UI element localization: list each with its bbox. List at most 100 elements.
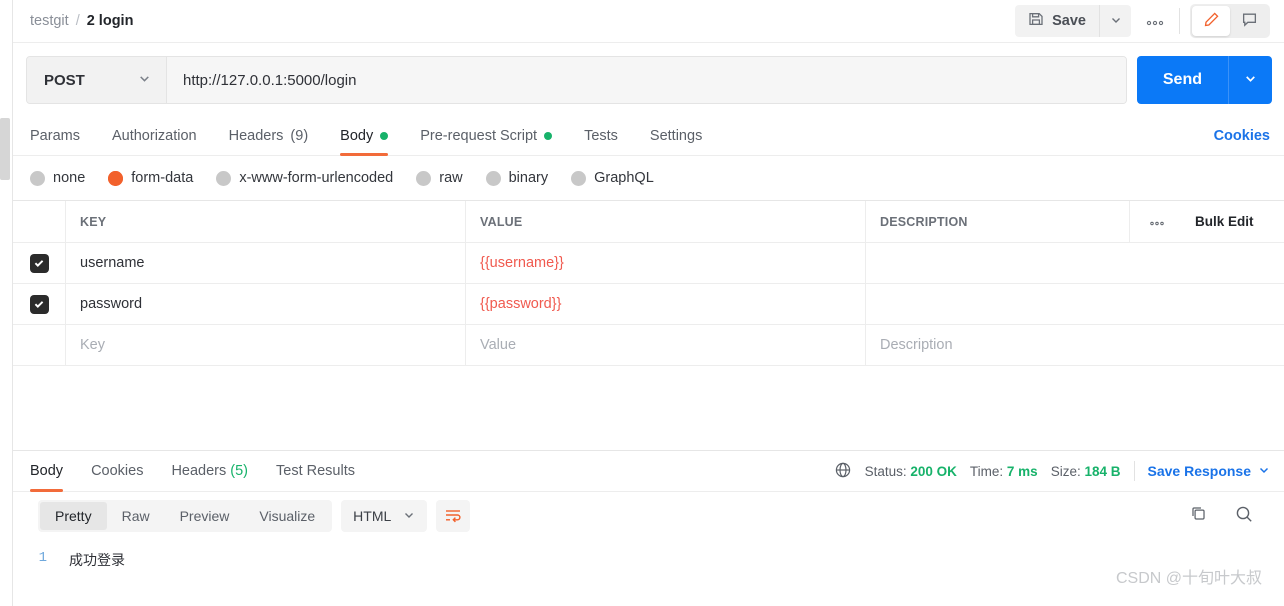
send-button[interactable]: Send	[1136, 56, 1228, 104]
form-data-table: KEY VALUE DESCRIPTION Bulk Edit username…	[13, 200, 1284, 450]
header-divider	[1179, 8, 1180, 34]
view-toggle-group	[1190, 4, 1270, 38]
search-icon[interactable]	[1234, 504, 1254, 529]
row-value-variable: {{password}}	[480, 296, 562, 312]
radio-icon	[416, 170, 432, 186]
bulk-edit-link[interactable]: Bulk Edit	[1195, 214, 1254, 229]
tab-headers[interactable]: Headers (9)	[229, 117, 309, 156]
response-tab-test-results[interactable]: Test Results	[276, 450, 355, 492]
tab-label: Settings	[649, 128, 703, 144]
row-value-cell[interactable]: {{username}}	[466, 243, 866, 283]
request-header: testgit / 2 login Save	[13, 0, 1284, 43]
response-tab-headers[interactable]: Headers (5)	[171, 450, 248, 492]
cookies-link[interactable]: Cookies	[1214, 128, 1270, 144]
row-value-cell[interactable]: {{password}}	[466, 284, 866, 324]
tab-label: Headers	[171, 463, 227, 479]
tab-pre-request-script[interactable]: Pre-request Script	[420, 117, 553, 156]
http-method-select[interactable]: POST	[27, 57, 167, 103]
view-mode-raw[interactable]: Raw	[107, 502, 165, 530]
method-url-group: POST	[26, 56, 1127, 104]
row-checkbox[interactable]	[13, 243, 66, 283]
save-response-button[interactable]: Save Response	[1148, 463, 1271, 479]
ellipsis-icon	[1149, 213, 1165, 231]
main-content: testgit / 2 login Save POST http://127.0…	[13, 0, 1284, 606]
row-key-cell[interactable]: username	[66, 243, 466, 283]
save-options-button[interactable]	[1099, 5, 1131, 37]
body-type-binary[interactable]: binary	[485, 170, 548, 186]
status-dot-icon	[380, 132, 389, 140]
comment-button[interactable]	[1230, 6, 1268, 36]
row-checkbox[interactable]	[13, 284, 66, 324]
meta-divider	[1133, 461, 1135, 481]
new-value-placeholder: Value	[480, 337, 517, 353]
time-label: Time:	[969, 463, 1004, 479]
tab-authorization[interactable]: Authorization	[112, 117, 197, 156]
save-response-label: Save Response	[1147, 463, 1252, 479]
body-type-x-www-form-urlencoded[interactable]: x-www-form-urlencoded	[216, 170, 393, 186]
body-type-none[interactable]: none	[30, 170, 85, 186]
chevron-down-icon	[1258, 463, 1270, 479]
table-header-row: KEY VALUE DESCRIPTION Bulk Edit	[13, 201, 1284, 243]
tab-label: Tests	[584, 128, 618, 144]
view-mode-pretty[interactable]: Pretty	[40, 502, 107, 530]
word-wrap-button[interactable]	[436, 500, 471, 532]
tab-badge: (5)	[230, 463, 248, 479]
response-body[interactable]: 1 成功登录 CSDN @十旬叶大叔	[13, 540, 1284, 598]
line-content: 成功登录	[69, 554, 125, 570]
body-type-graphql[interactable]: GraphQL	[571, 170, 654, 186]
row-value-variable: {{username}}	[480, 255, 564, 271]
response-view-modes: Pretty Raw Preview Visualize	[38, 500, 333, 532]
row-key-cell[interactable]: password	[66, 284, 466, 324]
new-value-input[interactable]: Value	[466, 325, 866, 365]
url-input[interactable]	[167, 57, 1126, 103]
view-mode-visualize[interactable]: Visualize	[244, 502, 330, 530]
tab-label: Headers	[228, 128, 284, 144]
column-header-value: VALUE	[480, 214, 523, 229]
tab-body[interactable]: Body	[340, 117, 389, 156]
table-options-button[interactable]	[1129, 201, 1184, 242]
copy-icon[interactable]	[1189, 504, 1208, 528]
url-bar: POST Send	[13, 43, 1284, 117]
save-button[interactable]: Save	[1015, 5, 1099, 37]
tab-label: Cookies	[91, 463, 144, 479]
request-more-options-button[interactable]	[1137, 5, 1173, 37]
response-tab-body[interactable]: Body	[30, 450, 64, 492]
breadcrumb-request-name[interactable]: 2 login	[87, 13, 134, 29]
response-status: Status: 200 OK	[865, 464, 957, 479]
sidebar-scrollbar-thumb[interactable]	[0, 118, 10, 180]
response-format-select[interactable]: HTML	[341, 500, 428, 532]
body-type-form-data[interactable]: form-data	[108, 170, 193, 186]
response-tab-cookies[interactable]: Cookies	[91, 450, 143, 492]
header-checkbox-cell	[13, 201, 66, 242]
body-type-selector: none form-data x-www-form-urlencoded raw…	[13, 156, 1284, 200]
body-type-raw[interactable]: raw	[416, 170, 463, 186]
breadcrumb-collection[interactable]: testgit	[30, 13, 69, 29]
send-options-button[interactable]	[1228, 56, 1272, 104]
radio-icon	[216, 170, 232, 186]
tab-settings[interactable]: Settings	[650, 117, 702, 156]
view-mode-preview[interactable]: Preview	[165, 502, 245, 530]
row-description-cell[interactable]	[866, 243, 1284, 283]
new-description-input[interactable]: Description	[866, 325, 1284, 365]
row-key-value: password	[80, 296, 143, 312]
chevron-down-icon	[1244, 72, 1257, 88]
tab-label: Test Results	[276, 463, 355, 479]
new-key-placeholder: Key	[80, 337, 105, 353]
tab-label: Params	[30, 128, 80, 144]
row-checkbox-empty[interactable]	[13, 325, 66, 365]
line-number: 1	[38, 550, 47, 566]
edit-pencil-button[interactable]	[1192, 6, 1230, 36]
word-wrap-icon	[444, 507, 462, 526]
time-value: 7 ms	[1006, 463, 1038, 479]
globe-icon	[834, 461, 852, 482]
tab-tests[interactable]: Tests	[584, 117, 618, 156]
tab-params[interactable]: Params	[30, 117, 80, 156]
body-type-label: GraphQL	[594, 170, 654, 186]
response-tools	[1189, 504, 1270, 529]
header-actions: Save	[1015, 4, 1270, 38]
postman-window: testgit / 2 login Save POST http://127.0…	[0, 0, 1284, 606]
new-key-input[interactable]: Key	[66, 325, 466, 365]
row-description-cell[interactable]	[866, 284, 1284, 324]
response-meta: Status: 200 OK Time: 7 ms Size: 184 B Sa…	[834, 461, 1270, 482]
status-value: 200 OK	[910, 463, 957, 479]
